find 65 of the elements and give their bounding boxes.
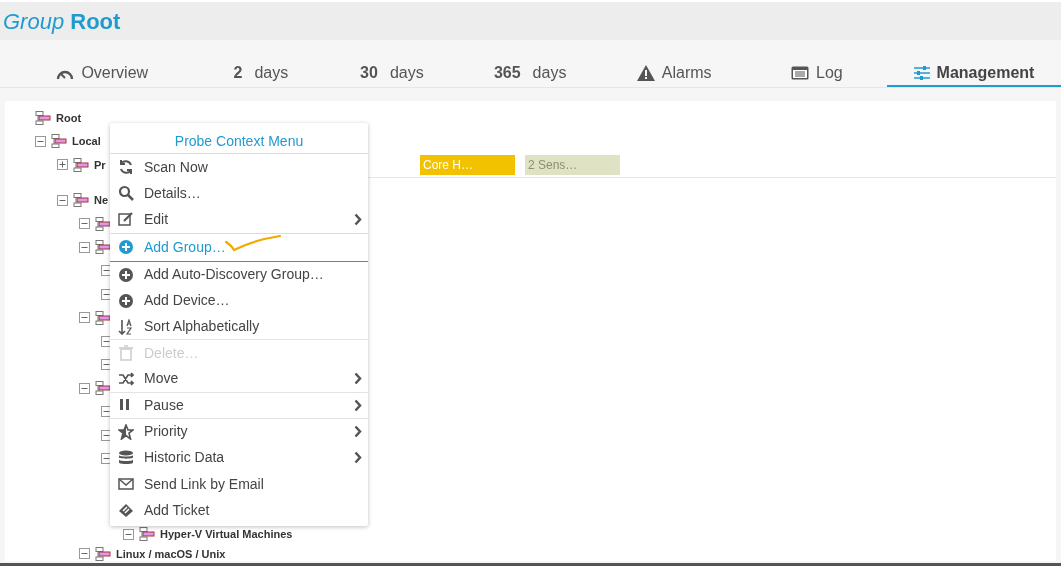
group-icon: [95, 240, 111, 255]
menu-item[interactable]: Edit: [110, 206, 368, 233]
group-icon: [73, 193, 89, 208]
group-icon: [95, 381, 111, 396]
collapse-icon[interactable]: [79, 382, 90, 394]
plus-circle-icon: [118, 266, 134, 283]
tab[interactable]: 2 days: [196, 63, 326, 87]
collapse-icon[interactable]: [123, 528, 134, 540]
tree-node-label[interactable]: Local: [72, 133, 101, 150]
tab[interactable]: 365 days: [458, 63, 602, 87]
tab[interactable]: Log: [746, 63, 887, 87]
tab[interactable]: 30 days: [325, 63, 459, 87]
expand-icon[interactable]: [57, 159, 68, 171]
menu-item[interactable]: Historic Data: [110, 444, 368, 472]
menu-item[interactable]: Scan Now: [110, 154, 368, 181]
collapse-icon[interactable]: [57, 194, 68, 206]
group-icon: [95, 546, 111, 561]
page-title: Group Root: [3, 7, 121, 36]
edit-icon: [118, 211, 134, 228]
menu-item[interactable]: Add Auto-Discovery Group…: [110, 261, 368, 288]
tree-node-label[interactable]: Hyper-V Virtual Machines: [160, 526, 293, 543]
trash-icon: [118, 345, 134, 362]
menu-item[interactable]: Add Device…: [110, 287, 368, 314]
device-icon: [73, 157, 89, 172]
plus-circle-icon: [118, 239, 134, 256]
tree-node-label[interactable]: Root: [56, 109, 82, 126]
menu-item[interactable]: Send Link by Email: [110, 471, 368, 498]
warning-icon: [636, 65, 655, 81]
sliders-icon: [913, 66, 930, 80]
shuffle-icon: [118, 370, 134, 387]
tree-node-label[interactable]: Linux / macOS / Unix: [116, 545, 226, 562]
collapse-icon[interactable]: [79, 548, 90, 560]
collapse-icon[interactable]: [79, 312, 90, 324]
tab[interactable]: Alarms: [601, 63, 747, 87]
envelope-icon: [118, 476, 134, 493]
checkmark-scribble: [224, 234, 282, 254]
sort-icon: [118, 318, 134, 335]
status-tag: Core H…: [420, 154, 515, 175]
menu-item[interactable]: Add Ticket: [110, 497, 368, 524]
group-icon: [35, 110, 51, 125]
tree-node-label[interactable]: Pr: [94, 156, 106, 173]
group-icon: [95, 216, 111, 231]
database-icon: [118, 449, 134, 466]
collapse-icon[interactable]: [79, 241, 90, 253]
tree-node-label[interactable]: Ne: [94, 192, 109, 209]
search-icon: [118, 185, 134, 202]
menu-item[interactable]: Pause: [110, 392, 368, 419]
group-icon: [95, 310, 111, 325]
tab[interactable]: Management: [886, 63, 1061, 87]
menu-item[interactable]: Sort Alphabetically: [110, 313, 368, 341]
menu-item[interactable]: Details…: [110, 180, 368, 207]
probe-icon: [51, 134, 67, 149]
star-icon: [118, 423, 134, 440]
menu-item[interactable]: Priority: [110, 418, 368, 445]
plus-circle-icon: [118, 292, 134, 309]
refresh-icon: [118, 159, 134, 176]
group-icon: [139, 527, 155, 542]
menu-item[interactable]: Move: [110, 366, 368, 393]
collapse-icon[interactable]: [35, 135, 46, 147]
tab[interactable]: Overview: [8, 63, 197, 87]
ticket-icon: [118, 502, 134, 519]
collapse-icon[interactable]: [79, 218, 90, 230]
status-tag: 2 Sens…: [525, 154, 620, 175]
menu-title: Probe Context Menu: [110, 123, 368, 154]
list-window-icon: [791, 66, 809, 80]
